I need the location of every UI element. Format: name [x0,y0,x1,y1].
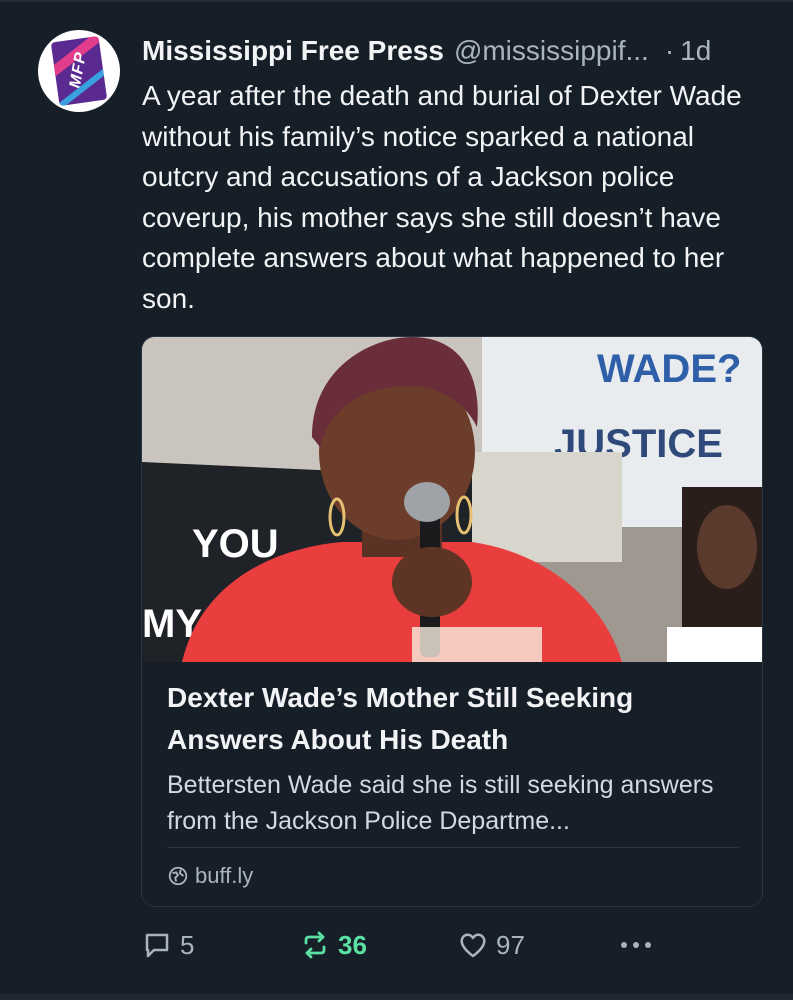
link-card-domain[interactable]: buff.ly [167,863,253,889]
separator-dot: · [664,35,675,66]
post-text: A year after the death and burial of Dex… [142,80,742,314]
link-domain-text: buff.ly [195,863,254,888]
reply-button[interactable]: 5 [142,926,194,964]
link-card-description: Bettersten Wade said she is still seekin… [167,771,714,835]
repost-button[interactable]: 36 [300,926,367,964]
reply-icon [145,933,169,958]
bottom-divider [0,994,793,1000]
link-card-divider [167,847,739,848]
more-icon [621,942,651,948]
author-name[interactable]: Mississippi Free Press [142,35,444,67]
link-card-title[interactable]: Dexter Wade’s Mother Still Seeking Answe… [167,677,727,761]
post-timestamp[interactable]: 1d [680,35,711,67]
globe-icon [168,866,188,886]
author-handle[interactable]: @mississippif... [454,35,649,67]
banner-text-you: YOU [192,522,279,566]
post-header: Mississippi Free Press @mississippif... … [142,32,772,70]
reply-count: 5 [180,929,195,960]
mfp-logo: MFP [50,35,108,107]
more-options-button[interactable] [616,926,664,964]
like-button[interactable]: 97 [458,926,525,964]
sign-text-wade: WADE? [597,347,741,391]
link-card-image: WADE? JUSTICE YOU MY [142,337,762,662]
post-actions: 5 36 97 [142,926,772,966]
repost-icon [304,931,326,959]
top-divider [0,0,793,2]
avatar[interactable]: MFP [38,30,120,112]
repost-count: 36 [338,929,367,960]
link-card[interactable]: WADE? JUSTICE YOU MY Dexter Wade’s Mothe… [141,336,763,907]
heart-icon [460,933,486,958]
like-count: 97 [496,929,525,960]
